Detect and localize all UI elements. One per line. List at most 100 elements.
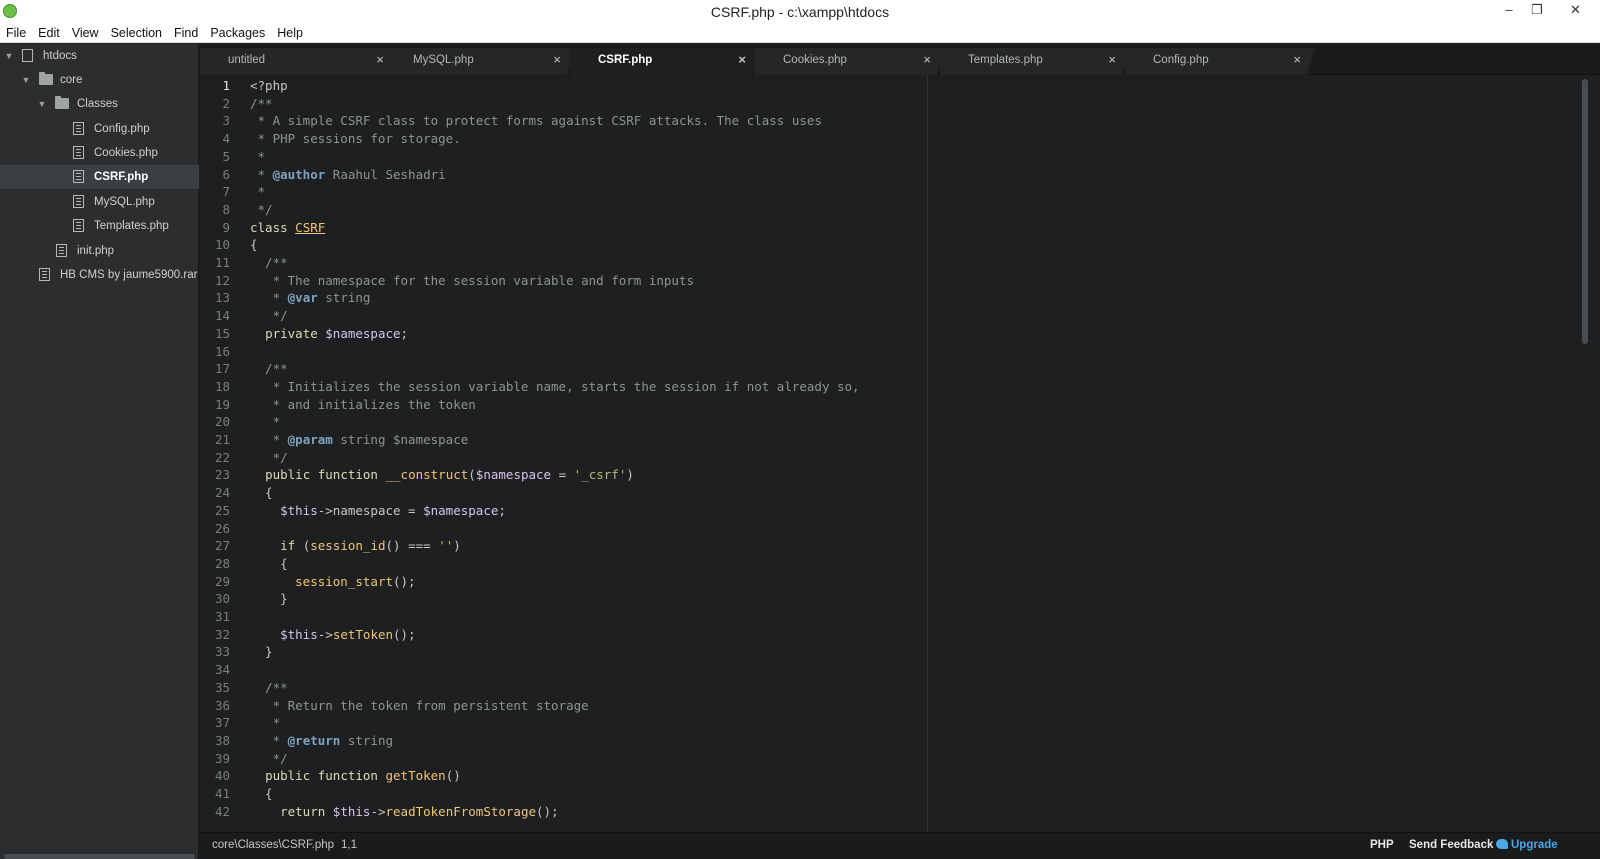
- code-line[interactable]: {: [250, 555, 288, 573]
- code-line[interactable]: {: [250, 484, 273, 502]
- line-number: 4: [222, 131, 230, 147]
- tab-templates[interactable]: Templates.php ×: [940, 48, 1130, 75]
- tree-item-label: HB CMS by jaume5900.rar: [60, 269, 198, 281]
- status-file-path[interactable]: core\Classes\CSRF.php: [212, 833, 334, 858]
- menu-view[interactable]: View: [66, 24, 105, 42]
- code-line[interactable]: */: [250, 449, 288, 467]
- code-line[interactable]: * @author Raahul Seshadri: [250, 166, 446, 184]
- menu-find[interactable]: Find: [168, 24, 204, 42]
- code-line[interactable]: *: [250, 183, 266, 201]
- status-cursor-position[interactable]: 1,1: [341, 833, 357, 858]
- close-tab-icon[interactable]: ×: [738, 48, 746, 72]
- line-number: 10: [214, 237, 230, 253]
- file-icon: [39, 268, 50, 281]
- code-line[interactable]: session_start();: [250, 573, 415, 591]
- chevron-down-icon[interactable]: ▼: [4, 44, 14, 68]
- sidebar-horizontal-scrollbar[interactable]: [4, 854, 195, 859]
- code-line[interactable]: * and initializes the token: [250, 396, 476, 414]
- tab-mysql[interactable]: MySQL.php ×: [385, 48, 575, 75]
- line-number: 21: [214, 432, 230, 447]
- menu-help[interactable]: Help: [271, 24, 309, 42]
- menu-file[interactable]: File: [0, 24, 32, 42]
- code-line[interactable]: public function __construct($namespace =…: [250, 466, 634, 484]
- file-icon: [56, 244, 67, 257]
- send-feedback-button[interactable]: Send Feedback: [1409, 833, 1493, 858]
- tree-item-rar[interactable]: HB CMS by jaume5900.rar: [0, 263, 199, 287]
- code-line[interactable]: return $this->readTokenFromStorage();: [250, 803, 558, 821]
- code-line[interactable]: <?php: [250, 77, 288, 95]
- code-line[interactable]: *: [250, 413, 281, 431]
- close-tab-icon[interactable]: ×: [553, 48, 561, 72]
- tree-item-mysql[interactable]: MySQL.php: [0, 190, 199, 214]
- code-line[interactable]: *: [250, 148, 266, 166]
- code-line[interactable]: */: [250, 750, 288, 768]
- code-line[interactable]: }: [250, 590, 288, 608]
- tree-item-htdocs[interactable]: ▼ htdocs: [0, 44, 199, 68]
- chevron-down-icon[interactable]: ▼: [21, 68, 31, 92]
- code-area[interactable]: <?php/** * A simple CSRF class to protec…: [250, 75, 1580, 832]
- tree-item-templates[interactable]: Templates.php: [0, 214, 199, 238]
- minimize-button[interactable]: –: [1494, 0, 1524, 22]
- code-line[interactable]: * Initializes the session variable name,…: [250, 378, 860, 396]
- code-line[interactable]: * @return string: [250, 732, 393, 750]
- code-line[interactable]: * The namespace for the session variable…: [250, 272, 694, 290]
- tree-item-core[interactable]: ▼ core: [0, 68, 199, 92]
- menu-packages[interactable]: Packages: [204, 24, 271, 42]
- tab-label: Cookies.php: [783, 54, 847, 66]
- code-line[interactable]: private $namespace;: [250, 325, 408, 343]
- close-tab-icon[interactable]: ×: [923, 48, 931, 72]
- line-number: 39: [214, 750, 230, 766]
- code-line[interactable]: */: [250, 307, 288, 325]
- scrollbar-thumb[interactable]: [1582, 79, 1588, 344]
- code-line[interactable]: *: [250, 714, 281, 732]
- code-line[interactable]: if (session_id() === ''): [250, 537, 461, 555]
- code-line[interactable]: /**: [250, 679, 288, 697]
- code-line[interactable]: {: [250, 785, 273, 803]
- code-line[interactable]: * Return the token from persistent stora…: [250, 697, 589, 715]
- line-number: 9: [222, 219, 230, 235]
- menu-selection[interactable]: Selection: [105, 24, 168, 42]
- tree-item-label: init.php: [77, 245, 115, 257]
- line-number: 22: [214, 449, 230, 465]
- tab-config[interactable]: Config.php ×: [1125, 48, 1315, 75]
- tree-item-config[interactable]: Config.php: [0, 117, 199, 141]
- code-line[interactable]: public function getToken(): [250, 767, 461, 785]
- close-tab-icon[interactable]: ×: [1293, 48, 1301, 72]
- tree-item-cookies[interactable]: Cookies.php: [0, 141, 199, 165]
- tab-csrf[interactable]: CSRF.php ×: [570, 48, 760, 75]
- code-line[interactable]: class CSRF: [250, 219, 325, 237]
- maximize-button[interactable]: ❐: [1522, 0, 1552, 22]
- code-line[interactable]: }: [250, 643, 273, 661]
- code-line[interactable]: /**: [250, 254, 288, 272]
- code-line[interactable]: * @var string: [250, 289, 371, 307]
- code-line[interactable]: $this->setToken();: [250, 626, 416, 644]
- code-line[interactable]: */: [250, 201, 273, 219]
- code-line[interactable]: * A simple CSRF class to protect forms a…: [250, 112, 822, 130]
- code-line[interactable]: * @param string $namespace: [250, 431, 469, 449]
- close-tab-icon[interactable]: ×: [376, 48, 384, 72]
- close-window-button[interactable]: ✕: [1551, 0, 1600, 22]
- tree-item-csrf[interactable]: CSRF.php: [0, 165, 199, 189]
- code-line[interactable]: {: [250, 236, 258, 254]
- code-editor[interactable]: 1 2 3 4 5 6 7 8 9 10 11 12 13 14 15 16 17 18 19 20 21 22 23 24 2…: [200, 75, 1590, 832]
- upgrade-button[interactable]: Upgrade: [1496, 833, 1558, 858]
- tab-untitled[interactable]: untitled ×: [200, 48, 398, 75]
- tab-cookies[interactable]: Cookies.php ×: [755, 48, 945, 75]
- code-line[interactable]: * PHP sessions for storage.: [250, 130, 461, 148]
- line-number: 20: [214, 414, 230, 430]
- tree-item-init[interactable]: init.php: [0, 239, 199, 263]
- tree-item-classes[interactable]: ▼ Classes: [0, 92, 199, 116]
- line-number: 41: [214, 786, 230, 801]
- editor-vertical-scrollbar[interactable]: [1580, 75, 1590, 832]
- line-number: 19: [214, 396, 230, 412]
- status-grammar[interactable]: PHP: [1370, 833, 1394, 858]
- close-tab-icon[interactable]: ×: [1108, 48, 1116, 72]
- code-line[interactable]: /**: [250, 95, 273, 113]
- code-line[interactable]: $this->namespace = $namespace;: [250, 502, 506, 520]
- folder-icon: [55, 96, 69, 109]
- chevron-down-icon[interactable]: ▼: [37, 92, 47, 116]
- tree-item-label: Templates.php: [94, 220, 169, 232]
- line-number: 38: [214, 732, 230, 748]
- menu-edit[interactable]: Edit: [32, 24, 66, 42]
- code-line[interactable]: /**: [250, 360, 288, 378]
